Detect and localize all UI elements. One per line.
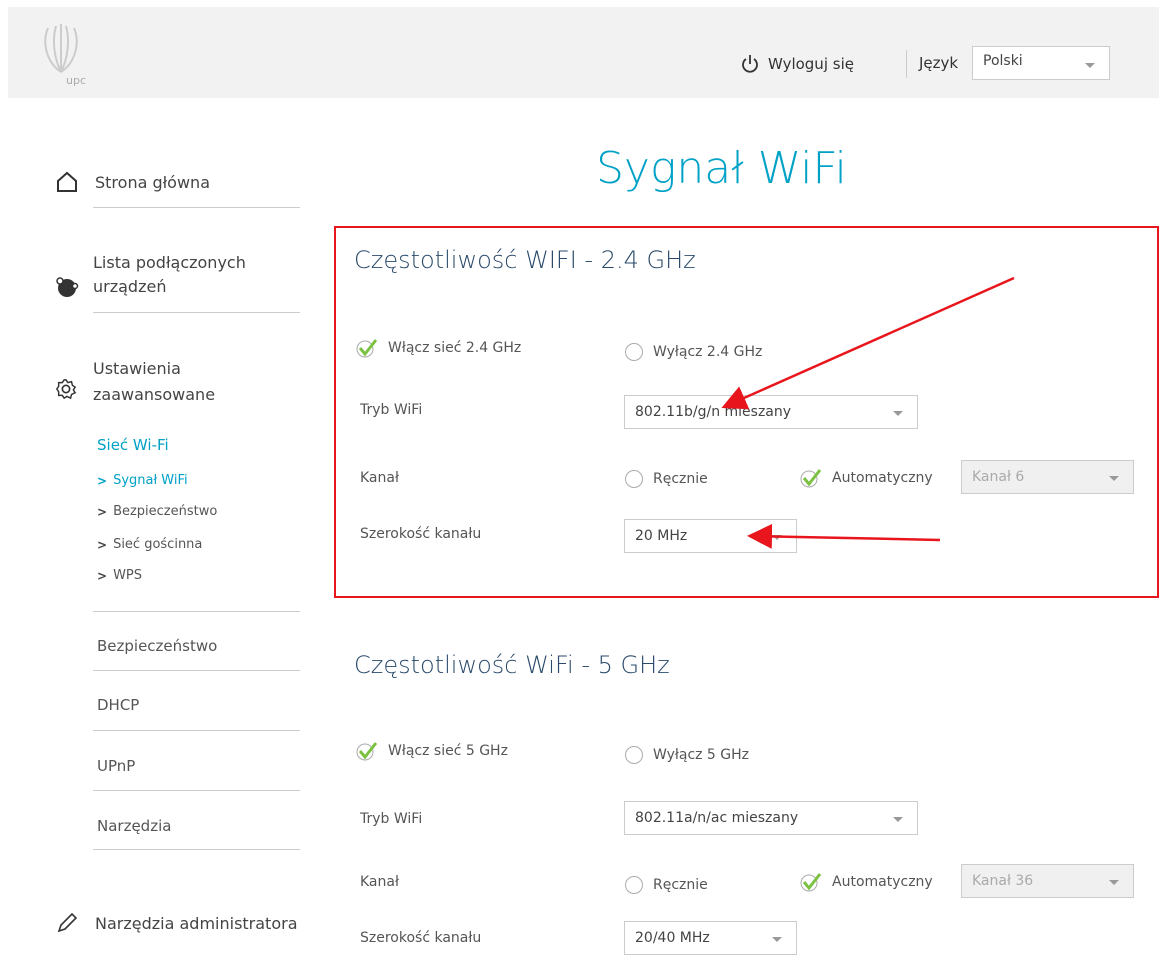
manual-label: Ręcznie: [653, 471, 708, 487]
language-select[interactable]: Polski: [972, 46, 1110, 80]
pencil-icon: [57, 912, 78, 933]
logout-label: Wyloguj się: [768, 55, 854, 73]
enable-24ghz-label: Włącz sieć 2.4 GHz: [388, 340, 522, 356]
sidebar-item-label: Lista podłączonych: [93, 253, 246, 272]
radio-button[interactable]: [625, 746, 643, 764]
sidebar-item-wifi-security[interactable]: > Bezpieczeństwo: [97, 504, 217, 519]
sidebar-item-label: zaawansowane: [93, 385, 216, 404]
chevron-down-icon: [1109, 880, 1119, 885]
channel-label-24: Kanał: [360, 470, 399, 486]
wifi-mode-value: 802.11b/g/n mieszany: [635, 404, 792, 420]
divider: [93, 670, 300, 671]
logo-text: upc: [66, 74, 87, 87]
channel-auto-option-24[interactable]: Automatyczny: [800, 468, 933, 488]
chevron-down-icon: [893, 817, 903, 822]
chevron-down-icon: [893, 411, 903, 416]
sidebar-item-label: Narzędzia administratora: [95, 913, 298, 933]
wifi-mode-select-5[interactable]: 802.11a/n/ac mieszany: [624, 801, 918, 835]
channel-select-24[interactable]: Kanał 6: [961, 460, 1134, 494]
wifi-mode-label-5: Tryb WiFi: [360, 811, 423, 827]
sidebar-item-label: Bezpieczeństwo: [113, 504, 218, 519]
channel-width-select-24[interactable]: 20 MHz: [624, 519, 797, 553]
disable-24ghz-option[interactable]: Wyłącz 2.4 GHz: [625, 343, 762, 361]
chevron-down-icon: [1085, 63, 1095, 68]
power-icon: [742, 55, 758, 73]
divider: [93, 312, 300, 313]
channel-select-5[interactable]: Kanał 36: [961, 864, 1134, 898]
divider: [93, 207, 300, 208]
sidebar-item-label: Sieć gościnna: [113, 537, 203, 552]
channel-width-value: 20/40 MHz: [635, 930, 710, 946]
disable-5ghz-option[interactable]: Wyłącz 5 GHz: [625, 746, 749, 764]
channel-width-label-24: Szerokość kanału: [360, 526, 482, 542]
channel-value: Kanał 36: [972, 873, 1034, 889]
manual-label: Ręcznie: [653, 877, 708, 893]
sidebar-item-tools[interactable]: Narzędzia: [97, 817, 171, 835]
language-value: Polski: [983, 53, 1023, 69]
gear-icon: [55, 379, 77, 400]
sidebar-section-wifi[interactable]: Sieć Wi-Fi: [97, 436, 169, 454]
channel-width-value: 20 MHz: [635, 528, 688, 544]
section-title-24ghz: Częstotliwość WIFI - 2.4 GHz: [354, 246, 696, 274]
header-divider: [906, 50, 907, 78]
sidebar-item-label: urządzeń: [93, 277, 167, 296]
language-label: Język: [919, 54, 959, 72]
sidebar-item-wps[interactable]: > WPS: [97, 568, 142, 583]
sidebar-item-wifi-signal[interactable]: > Sygnał WiFi: [97, 473, 188, 488]
enable-5ghz-label: Włącz sieć 5 GHz: [388, 743, 508, 759]
wifi-mode-label-24: Tryb WiFi: [360, 402, 423, 418]
sidebar-item-advanced[interactable]: Ustawienia zaawansowane: [93, 356, 215, 408]
chevron-right-icon: >: [97, 537, 108, 552]
channel-auto-option-5[interactable]: Automatyczny: [800, 872, 933, 892]
sidebar-item-home[interactable]: Strona główna: [55, 170, 210, 194]
sidebar-item-label: Strona główna: [95, 172, 210, 192]
sidebar-item-upnp[interactable]: UPnP: [97, 757, 135, 775]
channel-value: Kanał 6: [972, 469, 1025, 485]
upc-logo-icon: [44, 24, 78, 73]
disable-5ghz-label: Wyłącz 5 GHz: [653, 747, 750, 763]
enable-24ghz-option[interactable]: Włącz sieć 2.4 GHz: [356, 338, 521, 358]
wifi-mode-select-24[interactable]: 802.11b/g/n mieszany: [624, 395, 918, 429]
logout-button[interactable]: Wyloguj się: [740, 54, 854, 74]
channel-label-5: Kanał: [360, 874, 399, 890]
checkmark-icon: [356, 742, 378, 761]
divider: [93, 611, 300, 612]
devices-icon: [56, 277, 79, 297]
checkmark-icon: [800, 873, 822, 892]
checkmark-icon: [356, 339, 378, 358]
disable-24ghz-label: Wyłącz 2.4 GHz: [653, 344, 763, 360]
chevron-down-icon: [772, 535, 782, 540]
divider: [93, 790, 300, 791]
checkmark-icon: [800, 469, 822, 488]
auto-label: Automatyczny: [832, 470, 933, 486]
divider: [93, 730, 300, 731]
chevron-right-icon: >: [97, 473, 108, 488]
sidebar-item-admin-tools[interactable]: Narzędzia administratora: [55, 911, 298, 935]
channel-width-select-5[interactable]: 20/40 MHz: [624, 921, 797, 955]
enable-5ghz-option[interactable]: Włącz sieć 5 GHz: [356, 741, 508, 761]
section-title-5ghz: Częstotliwość WiFi - 5 GHz: [354, 651, 670, 679]
sidebar-item-security[interactable]: Bezpieczeństwo: [97, 637, 217, 655]
channel-width-label-5: Szerokość kanału: [360, 930, 482, 946]
channel-manual-option-5[interactable]: Ręcznie: [625, 876, 708, 894]
radio-button[interactable]: [625, 343, 643, 361]
chevron-down-icon: [772, 937, 782, 942]
sidebar-item-devices[interactable]: Lista podłączonych urządzeń: [93, 251, 246, 299]
page-title: Sygnał WiFi: [596, 143, 847, 194]
wifi-mode-value: 802.11a/n/ac mieszany: [635, 810, 799, 826]
sidebar-item-label: Ustawienia: [93, 359, 181, 378]
sidebar-item-label: WPS: [113, 568, 143, 583]
home-icon: [57, 171, 77, 192]
sidebar-item-dhcp[interactable]: DHCP: [97, 696, 139, 714]
radio-button[interactable]: [625, 470, 643, 488]
chevron-right-icon: >: [97, 504, 108, 519]
radio-button[interactable]: [625, 876, 643, 894]
chevron-right-icon: >: [97, 568, 108, 583]
sidebar-item-label: Sygnał WiFi: [113, 473, 188, 488]
divider: [93, 849, 300, 850]
sidebar-item-guest-network[interactable]: > Sieć gościnna: [97, 537, 202, 552]
channel-manual-option-24[interactable]: Ręcznie: [625, 470, 708, 488]
auto-label: Automatyczny: [832, 874, 933, 890]
chevron-down-icon: [1109, 476, 1119, 481]
